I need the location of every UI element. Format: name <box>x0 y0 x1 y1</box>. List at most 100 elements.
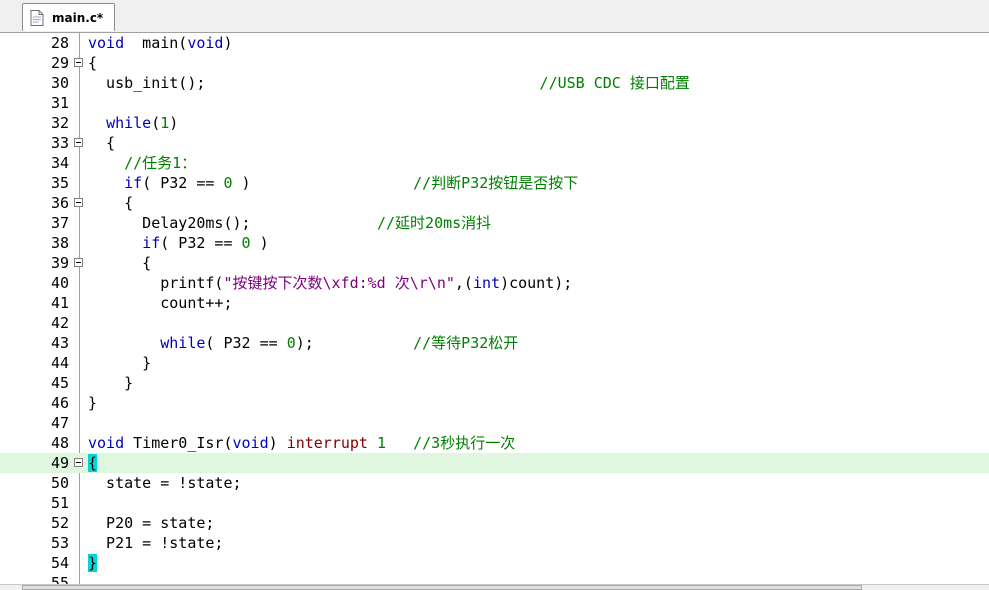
code-text: } <box>88 553 98 573</box>
code-line[interactable]: 37 Delay20ms(); //延时20ms消抖 <box>0 213 989 233</box>
code-line[interactable]: 47 <box>0 413 989 433</box>
code-text: if( P32 == 0 ) //判断P32按钮是否按下 <box>88 173 578 193</box>
code-token: { <box>88 54 98 72</box>
line-number: 55 <box>50 574 69 584</box>
code-line[interactable]: 38 if( P32 == 0 ) <box>0 233 989 253</box>
code-line[interactable]: 55 <box>0 573 989 584</box>
code-line[interactable]: 34 //任务1： <box>0 153 989 173</box>
code-token: { <box>88 134 116 152</box>
line-number: 52 <box>50 514 69 532</box>
code-token: 0 <box>286 334 296 352</box>
code-token: { <box>88 454 98 472</box>
code-token: if <box>124 174 143 192</box>
code-token: 1 <box>377 434 387 452</box>
code-text: printf("按键按下次数\xfd:%d 次\r\n",(int)count)… <box>88 273 572 293</box>
code-token: ); <box>295 334 414 352</box>
code-line[interactable]: 50 state = !state; <box>0 473 989 493</box>
line-number: 44 <box>50 354 69 372</box>
code-token: { <box>88 194 134 212</box>
line-number: 36 <box>50 194 69 212</box>
code-line[interactable]: 35 if( P32 == 0 ) //判断P32按钮是否按下 <box>0 173 989 193</box>
code-token: Timer0_Isr( <box>124 434 233 452</box>
code-line[interactable]: 42 <box>0 313 989 333</box>
fold-toggle-icon[interactable] <box>74 258 83 267</box>
code-editor[interactable]: 28 void main(void) 29{30 usb_init(); //USB… <box>0 33 989 584</box>
code-line[interactable]: 49 { <box>0 453 989 473</box>
code-line[interactable]: 32 while(1) <box>0 113 989 133</box>
fold-toggle-icon[interactable] <box>74 198 83 207</box>
scrollbar-thumb[interactable] <box>22 585 862 590</box>
code-text: Delay20ms(); //延时20ms消抖 <box>88 213 491 233</box>
line-number: 35 <box>50 174 69 192</box>
code-line[interactable]: 48 void Timer0_Isr(void) interrupt 1 //3秒… <box>0 433 989 453</box>
code-token: Delay20ms(); <box>88 214 377 232</box>
code-line[interactable]: 31 <box>0 93 989 113</box>
code-line[interactable]: 29 { <box>0 53 989 73</box>
code-token: P21 = !state; <box>88 534 224 552</box>
code-line[interactable]: 33 { <box>0 133 989 153</box>
line-number: 50 <box>50 474 69 492</box>
code-line[interactable]: 40 printf("按键按下次数\xfd:%d 次\r\n",(int)cou… <box>0 273 989 293</box>
code-line[interactable]: 45 } <box>0 373 989 393</box>
code-text: { <box>88 193 133 213</box>
line-number: 32 <box>50 114 69 132</box>
code-line[interactable]: 54} <box>0 553 989 573</box>
code-token: void <box>88 434 125 452</box>
code-token: //USB CDC 接口配置 <box>539 74 690 92</box>
code-token: ,( <box>454 274 473 292</box>
code-text: while(1) <box>88 113 178 133</box>
code-token: usb_init(); <box>88 74 540 92</box>
line-number: 31 <box>50 94 69 112</box>
line-number: 38 <box>50 234 69 252</box>
code-token: interrupt <box>286 434 368 452</box>
code-text: count++; <box>88 293 232 313</box>
code-text: { <box>88 453 98 473</box>
code-token: 0 <box>241 234 251 252</box>
code-line[interactable]: 46} <box>0 393 989 413</box>
fold-toggle-icon[interactable] <box>74 458 83 467</box>
code-line[interactable]: 41 count++; <box>0 293 989 313</box>
code-line[interactable]: 36 { <box>0 193 989 213</box>
code-token: while <box>106 114 152 132</box>
code-line[interactable]: 30 usb_init(); //USB CDC 接口配置 <box>0 73 989 93</box>
line-number: 46 <box>50 394 69 412</box>
fold-toggle-icon[interactable] <box>74 58 83 67</box>
line-number: 43 <box>50 334 69 352</box>
line-number: 39 <box>50 254 69 272</box>
line-number: 40 <box>50 274 69 292</box>
code-line[interactable]: 53 P21 = !state; <box>0 533 989 553</box>
line-number: 33 <box>50 134 69 152</box>
horizontal-scrollbar[interactable] <box>0 584 989 590</box>
tab-label: main.c* <box>52 10 104 25</box>
code-token: while <box>160 334 206 352</box>
code-text: state = !state; <box>88 473 242 493</box>
code-text: { <box>88 133 115 153</box>
fold-toggle-icon[interactable] <box>74 138 83 147</box>
code-token: //任务1： <box>124 154 197 172</box>
code-line[interactable]: 28 void main(void) <box>0 33 989 53</box>
code-token: ) <box>232 174 414 192</box>
line-number: 51 <box>50 494 69 512</box>
line-number: 45 <box>50 374 69 392</box>
code-line[interactable]: 43 while( P32 == 0); //等待P32松开 <box>0 333 989 353</box>
line-number: 41 <box>50 294 69 312</box>
code-text: usb_init(); //USB CDC 接口配置 <box>88 73 690 93</box>
code-line[interactable]: 52 P20 = state; <box>0 513 989 533</box>
code-text: P21 = !state; <box>88 533 223 553</box>
code-token: //判断P32按钮是否按下 <box>413 174 579 192</box>
code-token: void <box>232 434 269 452</box>
code-token: state = !state; <box>88 474 242 492</box>
code-token: ) <box>223 34 233 52</box>
code-token: void <box>88 34 125 52</box>
code-text: } <box>88 393 97 413</box>
code-line[interactable]: 44 } <box>0 353 989 373</box>
code-line[interactable]: 51 <box>0 493 989 513</box>
line-number: 54 <box>50 554 69 572</box>
tab-main-c[interactable]: main.c* <box>22 3 115 31</box>
code-line[interactable]: 39 { <box>0 253 989 273</box>
